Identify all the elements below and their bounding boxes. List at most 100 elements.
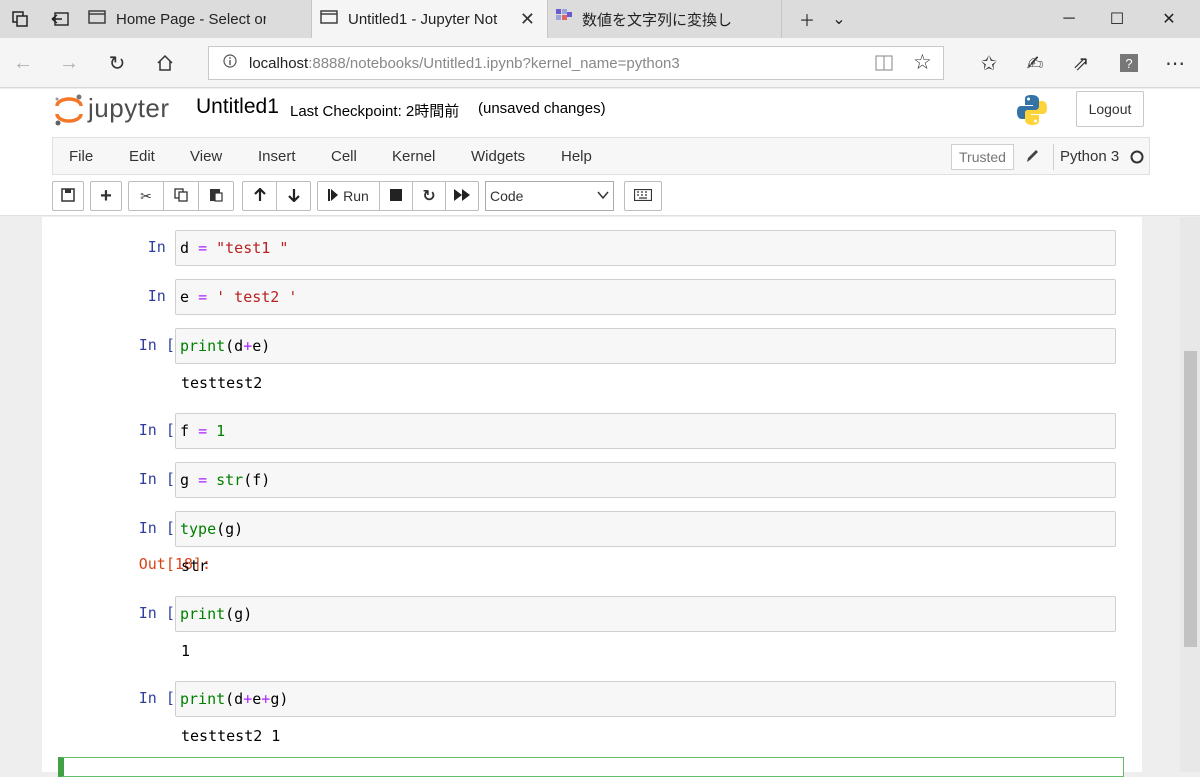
fast-forward-icon: [454, 188, 470, 204]
arrow-up-icon: [253, 186, 267, 205]
code-token: d: [180, 239, 199, 257]
menu-edit[interactable]: Edit: [129, 148, 155, 165]
jupyter-logo-text: jupyter: [88, 93, 170, 123]
close-icon[interactable]: ✕: [520, 9, 535, 30]
cell-output: testtest2 1: [181, 727, 281, 745]
code-token: =: [198, 239, 208, 257]
menu-file[interactable]: File: [69, 148, 93, 165]
code-token: =: [198, 471, 208, 489]
kernel-idle-icon: [1130, 150, 1144, 169]
move-up-button[interactable]: [242, 181, 277, 211]
active-empty-cell[interactable]: [58, 757, 1124, 777]
run-button[interactable]: Run: [317, 181, 380, 211]
menu-view[interactable]: View: [190, 148, 222, 165]
move-down-button[interactable]: [276, 181, 311, 211]
copy-button[interactable]: [163, 181, 199, 211]
code-token: (g): [216, 520, 244, 538]
notebook-container: In [7]:d = "test1 "In [8]:e = ' test2 'I…: [42, 217, 1142, 777]
chevron-down-icon[interactable]: ⌄: [816, 0, 862, 38]
back-arrow-icon[interactable]: ←: [0, 38, 46, 88]
plus-icon: +: [100, 184, 112, 207]
menu-help[interactable]: Help: [561, 148, 592, 165]
code-cell-input[interactable]: print(d+e): [175, 328, 1116, 364]
home-icon[interactable]: [142, 38, 188, 88]
code-cell-input[interactable]: print(d+e+g): [175, 681, 1116, 717]
favorites-icon[interactable]: ✩: [966, 38, 1012, 88]
copy-icon: [174, 187, 188, 205]
window-close-icon[interactable]: ✕: [1146, 0, 1192, 38]
tab-actions-icon[interactable]: [0, 0, 40, 38]
address-bar-row: ← → ↻ localhost:8888/notebooks/Untitled1…: [0, 38, 1200, 88]
menu-widgets[interactable]: Widgets: [471, 148, 525, 165]
tab-back-icon[interactable]: [40, 0, 80, 38]
paste-icon: [209, 187, 223, 205]
edit-pencil-icon[interactable]: [1025, 148, 1039, 169]
paste-button[interactable]: [198, 181, 234, 211]
restart-icon: ↻: [422, 188, 436, 205]
tab-home-page[interactable]: Home Page - Select or creat: [80, 0, 312, 38]
tab-article[interactable]: 数値を文字列に変換して文字:: [548, 0, 782, 38]
scissors-icon: ✂: [140, 187, 152, 204]
cut-button[interactable]: ✂: [128, 181, 164, 211]
restart-button[interactable]: ↻: [412, 181, 446, 211]
cell-output: testtest2: [181, 374, 263, 392]
info-icon: [223, 54, 237, 72]
pen-icon[interactable]: ✍: [1012, 38, 1058, 88]
minimize-icon[interactable]: ─: [1046, 0, 1092, 38]
add-cell-button[interactable]: +: [90, 181, 122, 211]
url-input[interactable]: localhost:8888/notebooks/Untitled1.ipynb…: [208, 46, 944, 80]
menu-bar: File Edit View Insert Cell Kernel Widget…: [52, 137, 1150, 175]
code-cell-input[interactable]: f = 1: [175, 413, 1116, 449]
restart-run-all-button[interactable]: [445, 181, 479, 211]
code-token: print: [180, 690, 226, 708]
code-cell-input[interactable]: type(g): [175, 511, 1116, 547]
reading-view-icon[interactable]: [875, 54, 893, 76]
forward-arrow-icon[interactable]: →: [46, 38, 92, 88]
code-token: e): [252, 337, 271, 355]
code-token: =: [198, 288, 208, 306]
cell-output: str: [181, 557, 209, 575]
notebook-toolbar: + ✂ Run ↻ Code: [52, 181, 1150, 213]
save-button[interactable]: [52, 181, 84, 211]
url-host: localhost: [249, 54, 309, 72]
cell-type-select[interactable]: Code: [485, 181, 614, 211]
save-icon: [61, 187, 75, 205]
scroll-thumb[interactable]: [1184, 351, 1197, 647]
stop-icon: [390, 188, 402, 204]
trusted-badge[interactable]: Trusted: [951, 144, 1014, 170]
share-icon[interactable]: ⇗: [1058, 38, 1104, 88]
jupyter-header: jupyter Untitled1 Last Checkpoint: 2時間前 …: [0, 89, 1200, 216]
code-cell-input[interactable]: d = "test1 ": [175, 230, 1116, 266]
code-token: (g): [225, 605, 253, 623]
help-icon[interactable]: ?: [1106, 38, 1152, 88]
notebook-title[interactable]: Untitled1: [196, 95, 279, 119]
code-token: +: [243, 337, 253, 355]
maximize-icon[interactable]: ☐: [1094, 0, 1140, 38]
menu-kernel[interactable]: Kernel: [392, 148, 435, 165]
tab-title: 数値を文字列に変換して文字:: [582, 11, 732, 29]
scrollbar[interactable]: [1180, 217, 1200, 772]
browser-tab-bar: Home Page - Select or creat Untitled1 - …: [0, 0, 1200, 38]
more-icon[interactable]: ⋯: [1152, 38, 1198, 88]
code-cell-input[interactable]: print(g): [175, 596, 1116, 632]
interrupt-button[interactable]: [379, 181, 413, 211]
page-icon: [320, 10, 338, 28]
page-icon: [88, 10, 106, 28]
checkpoint-status: Last Checkpoint: 2時間前: [290, 103, 460, 120]
favorite-star-icon[interactable]: ☆: [913, 50, 932, 75]
menu-insert[interactable]: Insert: [258, 148, 296, 165]
code-token: e: [252, 690, 262, 708]
code-cell-input[interactable]: e = ' test2 ': [175, 279, 1116, 315]
tab-untitled1[interactable]: Untitled1 - Jupyter Note ✕: [312, 0, 548, 38]
code-token: str: [216, 471, 244, 489]
divider: [1053, 144, 1054, 170]
logout-button[interactable]: Logout: [1076, 91, 1144, 127]
chevron-down-icon: [596, 188, 610, 205]
refresh-icon[interactable]: ↻: [94, 38, 140, 88]
menu-cell[interactable]: Cell: [331, 148, 357, 165]
code-cell-input[interactable]: g = str(f): [175, 462, 1116, 498]
command-palette-button[interactable]: [624, 181, 662, 211]
python-logo-icon: [1015, 93, 1049, 132]
